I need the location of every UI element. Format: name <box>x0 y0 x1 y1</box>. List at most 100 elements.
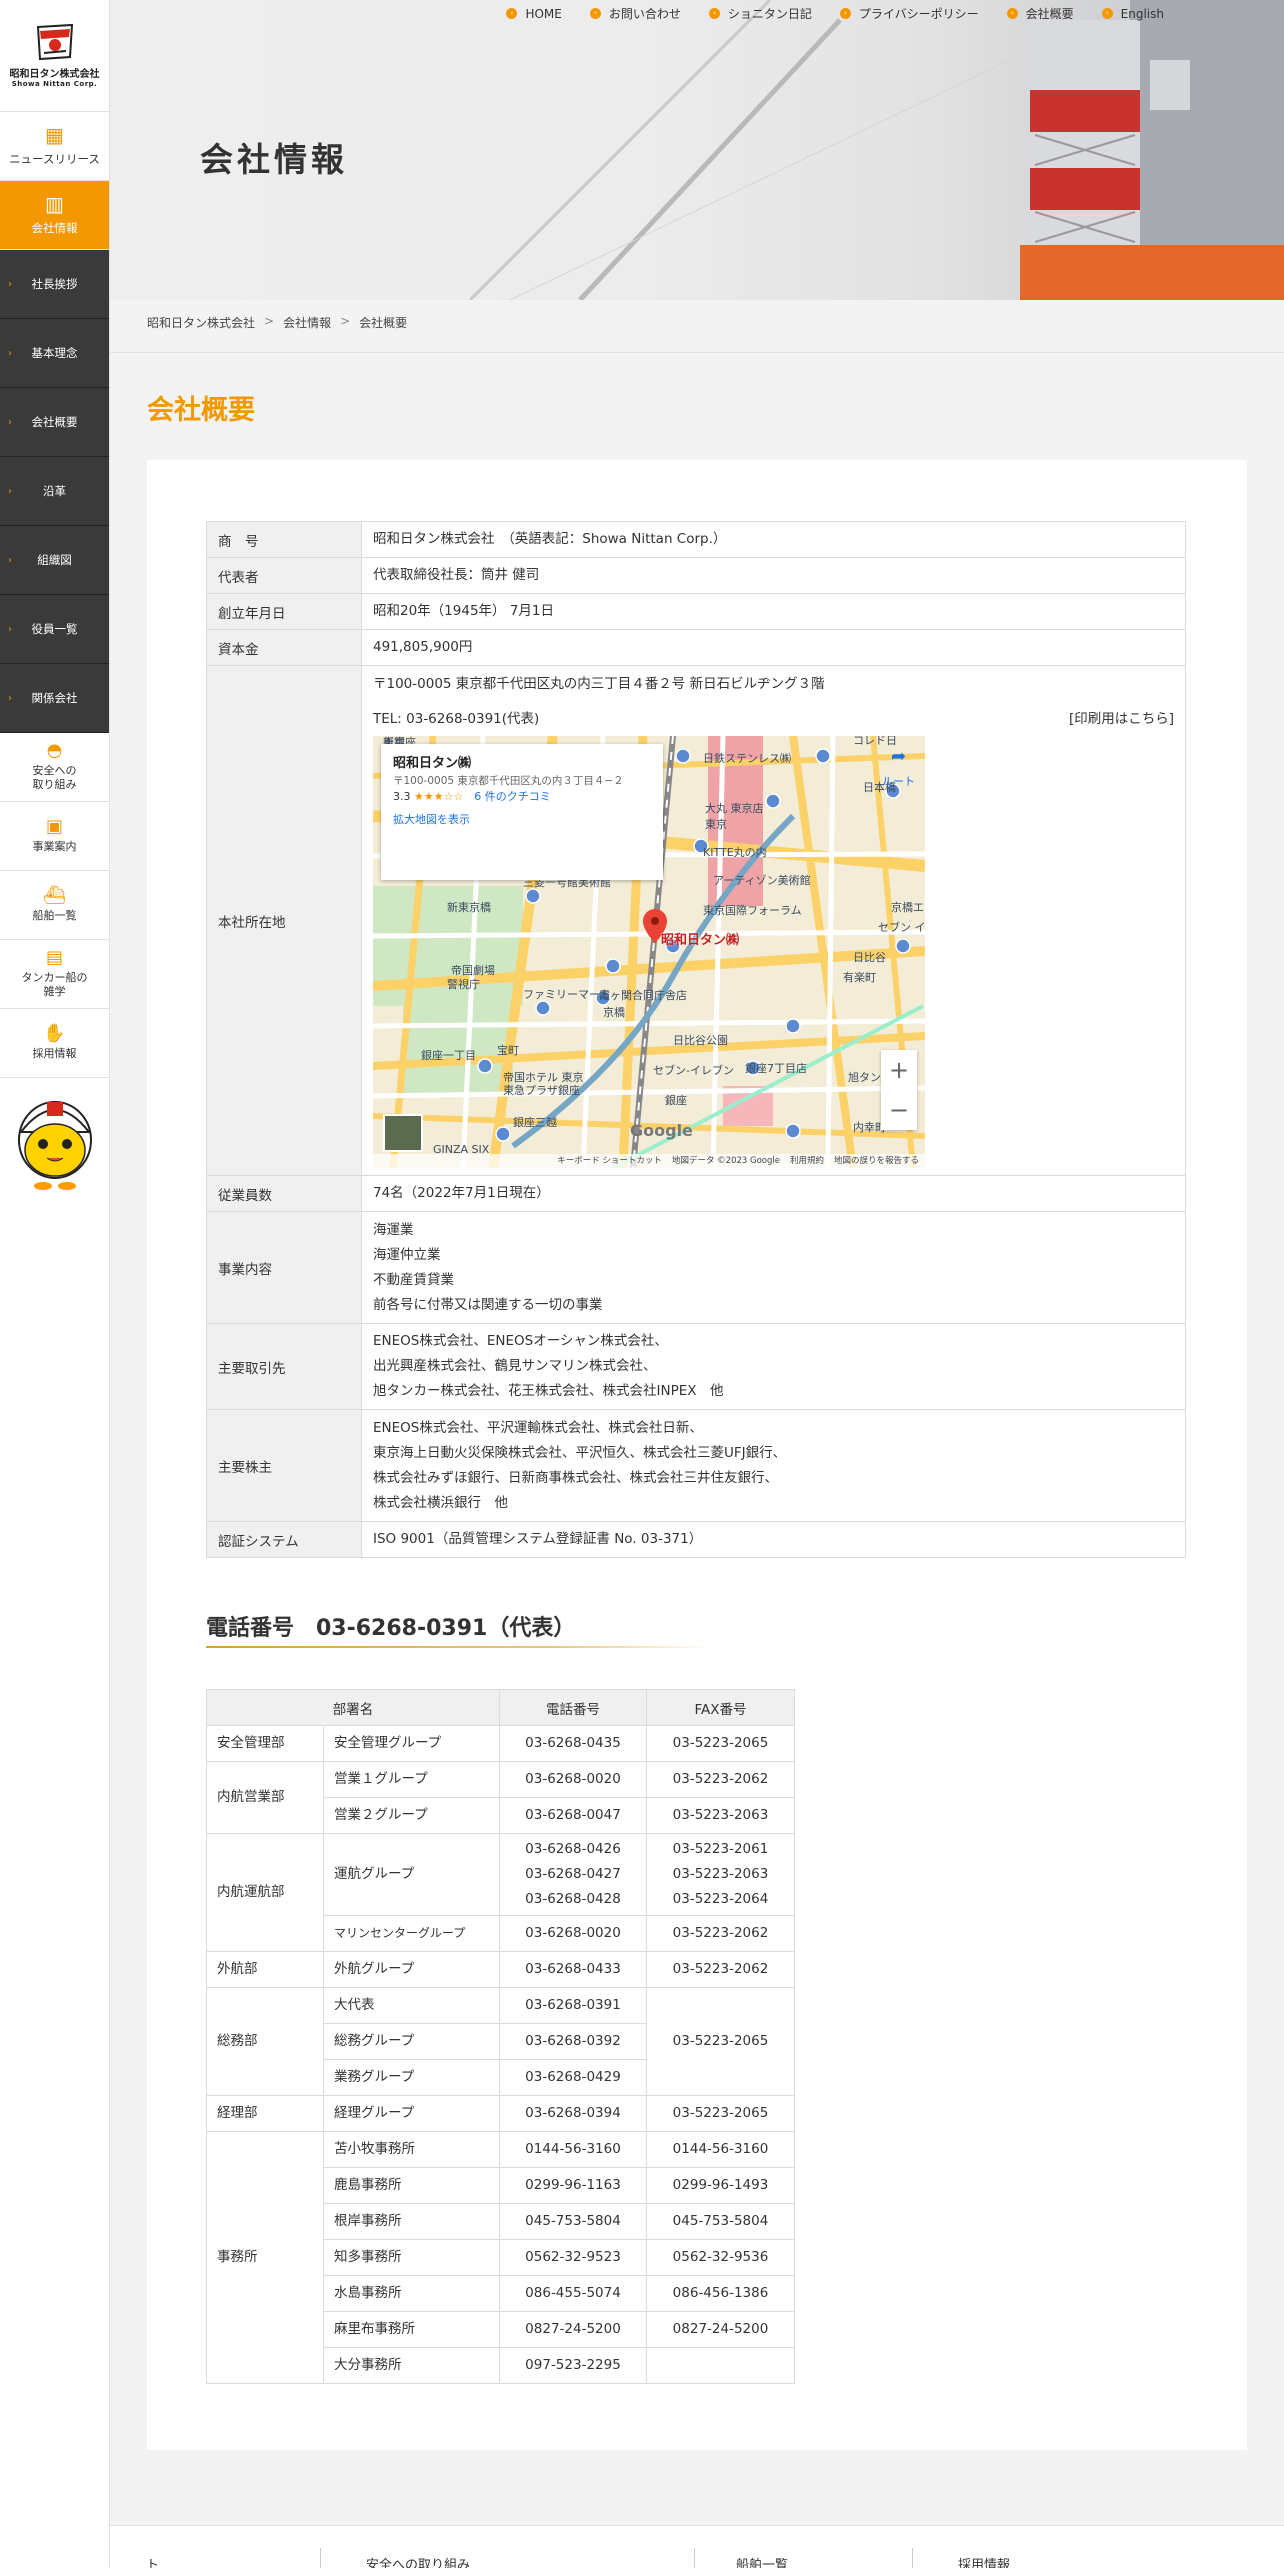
map-enlarge-link[interactable]: 拡大地図を表示 <box>393 812 651 829</box>
map-label: 東京 <box>705 817 727 831</box>
footer-item[interactable]: ト <box>146 2554 159 2568</box>
nav-ship[interactable]: ⛴ 船舶一覧 <box>0 871 109 940</box>
topnav-link[interactable]: › HOME <box>506 5 562 22</box>
tel-cell: 045-753-5804 <box>499 2203 647 2240</box>
map-satellite-toggle[interactable] <box>383 1114 423 1152</box>
chevron-right-icon: › <box>708 8 720 19</box>
google-map[interactable]: 日鉄ステンレス㈱ コレド日 大丸 東京店 東京 日本橋 KITTE丸の内 三菱一号館美術館ア… <box>373 736 925 1168</box>
topnav-link[interactable]: › お問い合わせ <box>589 5 681 22</box>
breadcrumb-company-info[interactable]: 会社情報 <box>283 314 331 331</box>
footer-item[interactable]: 安全への取り組み <box>366 2554 470 2568</box>
tel-cell: 0144-56-3160 <box>499 2131 647 2168</box>
group-cell: 安全管理グループ <box>323 1725 500 1762</box>
fax-cell: 03-5223-2062 <box>646 1761 795 1798</box>
group-cell: 営業１グループ <box>323 1761 500 1798</box>
nav-label: タンカー船の 雑学 <box>21 970 88 998</box>
subnav-organization[interactable]: › 組織図 <box>0 526 109 595</box>
directions-icon: ➦ <box>890 746 907 767</box>
map-footer-link[interactable]: 地図データ ©2023 Google <box>672 1149 780 1169</box>
fax-cell: 03-5223-2065 <box>646 2095 795 2132</box>
dept-cell: 総務部 <box>206 1987 324 2096</box>
dept-cell: 安全管理部 <box>206 1725 324 1762</box>
zoom-in-button[interactable]: + <box>889 1057 909 1083</box>
tel-cell: 03-6268-0394 <box>499 2095 647 2132</box>
map-footer-link[interactable]: 利用規約 <box>790 1149 824 1169</box>
info-row: 代表者 代表取締役社長：筒井 健司 <box>206 557 1186 594</box>
nav-company-info-label: 会社情報 <box>31 221 78 235</box>
map-reviews-link[interactable]: 6 件のクチコミ <box>463 790 551 803</box>
phone-heading: 電話番号 03-6268-0391（代表） <box>206 1616 576 1641</box>
map-route-button[interactable]: ➦ ルート <box>882 744 915 794</box>
handshake-icon: ✋ <box>43 1022 66 1044</box>
hq-tel-line: TEL: 03-6268-0391(代表) [印刷用はこちら] <box>373 707 1174 732</box>
info-value: 491,805,900円 <box>361 629 1186 666</box>
hero-title: 会社情報 <box>200 140 348 179</box>
breadcrumb-home[interactable]: 昭和日タン株式会社 <box>147 314 255 331</box>
subnav-history[interactable]: › 沿革 <box>0 457 109 526</box>
subnav-affiliates[interactable]: › 関係会社 <box>0 664 109 733</box>
phone-table: 部署名 電話番号 FAX番号 安全管理部 安全管理グループ 03-6268-0435… <box>206 1689 795 2384</box>
nav-news-release[interactable]: ▦ ニュースリリース <box>0 112 109 181</box>
chevron-right-icon: › <box>8 623 12 635</box>
chevron-right-icon: › <box>1006 8 1018 19</box>
subnav-label: 基本理念 <box>31 346 78 360</box>
zoom-out-button[interactable]: − <box>889 1097 909 1123</box>
chevron-right-icon: › <box>8 347 12 359</box>
group-cell: 苫小牧事務所 <box>323 2131 500 2168</box>
subnav-president-message[interactable]: › 社長挨拶 <box>0 250 109 319</box>
map-label: 京橋 <box>603 1005 625 1019</box>
info-value: 昭和20年（1945年） 7月1日 <box>361 593 1186 630</box>
info-value: 74名（2022年7月1日現在） <box>361 1175 1186 1212</box>
table-row: 内航営業部 営業１グループ 03-6268-0020 03-5223-2062 <box>206 1761 795 1834</box>
subnav-label: 組織図 <box>37 553 72 567</box>
breadcrumb: 昭和日タン株式会社 > 会社情報 > 会社概要 <box>147 314 407 331</box>
topnav-link[interactable]: › English <box>1101 5 1164 22</box>
logo-name-jp: 昭和日タン株式会社 <box>9 69 100 80</box>
group-cell: マリンセンターグループ <box>323 1915 500 1952</box>
map-place-card: 昭和日タン㈱ 〒100-0005 東京都千代田区丸の内３丁目４−２ 3.3 ★★★☆… <box>381 744 663 880</box>
google-logo: Google <box>630 1121 693 1140</box>
info-label: 本社所在地 <box>206 665 362 1176</box>
info-label: 資本金 <box>206 629 362 666</box>
tel-cell: 03-6268-0392 <box>499 2023 647 2060</box>
subnav-philosophy[interactable]: › 基本理念 <box>0 319 109 388</box>
footer-nav: ト 安全への取り組み 船舶一覧 採用情報 <box>110 2525 1284 2568</box>
company-logo[interactable]: 昭和日タン株式会社 Showa Nittan Corp. <box>0 0 109 112</box>
topnav-link[interactable]: › ショニタン日記 <box>708 5 812 22</box>
nav-book[interactable]: ▤ タンカー船の 雑学 <box>0 940 109 1009</box>
footer-item[interactable]: 船舶一覧 <box>736 2554 788 2568</box>
group-cell: 鹿島事務所 <box>323 2167 500 2204</box>
info-label: 商 号 <box>206 521 362 558</box>
nav-helmet[interactable]: ◓ 安全への 取り組み <box>0 733 109 802</box>
table-row: 安全管理部 安全管理グループ 03-6268-0435 03-5223-2065 <box>206 1725 795 1762</box>
content-card: 商 号昭和日タン株式会社 （英語表記：Showa Nittan Corp.） 代表… <box>147 460 1247 2450</box>
subnav-officers[interactable]: › 役員一覧 <box>0 595 109 664</box>
group-cell: 大代表 <box>323 1987 500 2024</box>
topnav-link[interactable]: › プライバシーポリシー <box>839 5 979 22</box>
info-label: 主要株主 <box>206 1409 362 1522</box>
page-title: 会社概要 <box>147 395 255 426</box>
nav-company-info[interactable]: ▥ 会社情報 <box>0 181 109 250</box>
topnav-link[interactable]: › 会社概要 <box>1006 5 1074 22</box>
map-label: 銀座 <box>665 1093 687 1107</box>
nav-chart[interactable]: ▣ 事業案内 <box>0 802 109 871</box>
top-navigation: › HOME › お問い合わせ › ショニタン日記 › プライバシーポリシー › 会社概要 › Eng… <box>506 5 1164 22</box>
subnav-company-profile[interactable]: › 会社概要 <box>0 388 109 457</box>
map-label: 日比谷 <box>853 951 886 964</box>
map-footer-link[interactable]: キーボード ショートカット <box>557 1149 662 1169</box>
info-row: 従業員数 74名（2022年7月1日現在） <box>206 1175 1186 1212</box>
chevron-right-icon: › <box>839 8 851 19</box>
hq-address: 〒100-0005 東京都千代田区丸の内三丁目４番２号 新日石ビルヂング３階 <box>373 676 825 692</box>
print-link[interactable]: [印刷用はこちら] <box>1069 707 1174 732</box>
table-row: 内航運航部 運航グループ 03-6268-0426 03-6268-0427 03-62… <box>206 1833 795 1952</box>
nav-handshake[interactable]: ✋ 採用情報 <box>0 1009 109 1078</box>
tel-cell: 03-6268-0391 <box>499 1987 647 2024</box>
map-label: KITTE丸の内 <box>703 845 767 859</box>
logo-name-en: Showa Nittan Corp. <box>11 80 98 88</box>
footer-item[interactable]: 採用情報 <box>958 2554 1010 2568</box>
chevron-right-icon: › <box>8 554 12 566</box>
col-header-tel: 電話番号 <box>499 1689 647 1726</box>
info-value: 海運業 海運仲立業 不動産賃貸業 前各号に付帯又は関連する一切の事業 <box>361 1211 1186 1324</box>
heading-underline <box>206 1646 710 1648</box>
map-footer-link[interactable]: 地図の誤りを報告する <box>834 1149 919 1169</box>
